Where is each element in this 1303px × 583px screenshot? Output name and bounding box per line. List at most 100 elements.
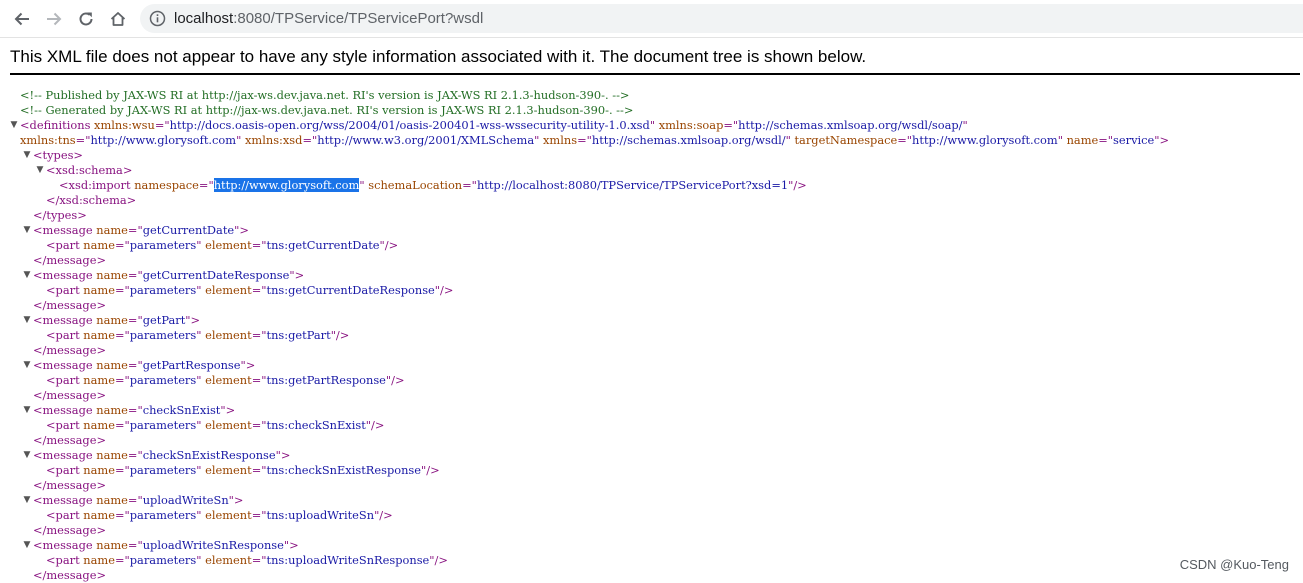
attr-value: http://schemas.xmlsoap.org/wsdl/soap/ [738,118,963,132]
part-name: parameters [129,373,197,387]
xml-comment: <!-- Published by JAX-WS RI at http://ja… [8,88,1303,103]
part-name: parameters [129,553,197,567]
import-tag: <xsd:import namespace="http://www.glorys… [59,178,807,192]
xml-comment: <!-- Generated by JAX-WS RI at http://ja… [8,103,1303,118]
message-open-tag: ▼ <message name="checkSnExistResponse"> [8,448,1303,463]
part-tag: <part name="parameters" element="tns:upl… [46,508,393,522]
collapse-triangle-icon[interactable]: ▼ [21,403,33,418]
reload-icon [79,12,93,26]
home-button[interactable] [104,5,132,33]
message-block: ▼ <message name="checkSnExist"> <part nam… [8,403,1303,448]
message-name: checkSnExistResponse [142,448,276,462]
attr-value: service [1113,133,1155,147]
part-tag: <part name="parameters" element="tns:che… [46,418,385,432]
part-element: tns:getCurrentDate [266,238,380,252]
part-element: tns:getPart [266,328,331,342]
attr-value: http://localhost:8080/TPService/TPServic… [476,178,789,192]
collapse-triangle-icon[interactable]: ▼ [21,448,33,463]
part-name: parameters [129,418,197,432]
collapse-triangle-icon[interactable]: ▼ [21,223,33,238]
collapse-triangle-icon[interactable]: ▼ [34,163,46,178]
collapse-triangle-icon[interactable]: ▼ [21,493,33,508]
message-close-tag: </message> [33,343,106,357]
part-name: parameters [129,283,197,297]
part-tag: <part name="parameters" element="tns:get… [46,373,405,387]
collapse-triangle-icon[interactable]: ▼ [8,118,20,133]
attr-value: http://docs.oasis-open.org/wss/2004/01/o… [169,118,650,132]
types-open-tag: ▼ <types> [8,148,1303,163]
forward-button[interactable] [40,5,68,33]
message-name: getPart [142,313,186,327]
watermark: CSDN @Kuo-Teng [1179,557,1289,572]
part-element: tns:getPartResponse [266,373,386,387]
part-name: parameters [129,238,197,252]
message-open-tag: ▼ <message name="getPartResponse"> [8,358,1303,373]
attr-value: http://www.glorysoft.com [90,133,237,147]
collapse-triangle-icon[interactable]: ▼ [21,148,33,163]
message-close-tag: </message> [33,478,106,492]
comment-text: <!-- Published by JAX-WS RI at http://ja… [20,88,630,102]
attr-value: http://www.w3.org/2001/XMLSchema [317,133,535,147]
xml-viewer-notice: This XML file does not appear to have an… [10,44,1300,75]
message-close-tag: </message> [33,433,106,447]
message-close-tag: </message> [33,253,106,267]
message-name: getCurrentDateResponse [142,268,290,282]
attr-value: http://www.glorysoft.com [912,133,1058,147]
collapse-triangle-icon[interactable]: ▼ [21,268,33,283]
url-text[interactable]: localhost:8080/TPService/TPServicePort?w… [174,4,483,33]
part-name: parameters [129,463,197,477]
message-open-tag: ▼ <message name="getCurrentDate"> [8,223,1303,238]
message-list: ▼ <message name="getCurrentDate"> <part n… [8,223,1303,583]
definitions-open-tag: ▼ <definitions xmlns:wsu="http://docs.oas… [8,118,1303,133]
message-block: ▼ <message name="getCurrentDate"> <part n… [8,223,1303,268]
info-icon[interactable] [149,10,166,27]
collapse-triangle-icon[interactable]: ▼ [21,313,33,328]
part-element: tns:checkSnExist [266,418,366,432]
message-name: getCurrentDate [142,223,235,237]
attr-value: http://schemas.xmlsoap.org/wsdl/ [591,133,786,147]
message-block: ▼ <message name="uploadWriteSnResponse"> … [8,538,1303,583]
comment-text: <!-- Generated by JAX-WS RI at http://ja… [20,103,634,117]
message-close-tag: </message> [33,298,106,312]
part-tag: <part name="parameters" element="tns:che… [46,463,440,477]
definitions-attrs-continued: xmlns:tns="http://www.glorysoft.com" xml… [20,133,1170,147]
collapse-triangle-icon[interactable]: ▼ [21,538,33,553]
part-tag: <part name="parameters" element="tns:upl… [46,553,448,567]
message-name: uploadWriteSn [142,493,229,507]
part-name: parameters [129,508,197,522]
arrow-left-icon [14,12,29,26]
message-block: ▼ <message name="getPartResponse"> <part … [8,358,1303,403]
part-tag: <part name="parameters" element="tns:get… [46,238,399,252]
message-close-tag: </message> [33,388,106,402]
schema-open-tag: ▼ <xsd:schema> [8,163,1303,178]
part-element: tns:uploadWriteSn [266,508,375,522]
message-name: checkSnExist [142,403,221,417]
url-host: localhost [174,10,234,27]
message-open-tag: ▼ <message name="getCurrentDateResponse"> [8,268,1303,283]
message-name: uploadWriteSnResponse [142,538,284,552]
message-block: ▼ <message name="getCurrentDateResponse">… [8,268,1303,313]
back-button[interactable] [8,5,36,33]
part-element: tns:uploadWriteSnResponse [266,553,430,567]
part-element: tns:getCurrentDateResponse [266,283,435,297]
message-open-tag: ▼ <message name="checkSnExist"> [8,403,1303,418]
browser-toolbar: localhost:8080/TPService/TPServicePort?w… [0,0,1303,38]
xml-tree: <!-- Published by JAX-WS RI at http://ja… [8,88,1303,583]
part-name: parameters [129,328,197,342]
address-bar[interactable]: localhost:8080/TPService/TPServicePort?w… [140,4,1303,33]
collapse-triangle-icon[interactable]: ▼ [21,358,33,373]
reload-button[interactable] [72,5,100,33]
url-path: :8080/TPService/TPServicePort?wsdl [233,10,484,27]
types-close-tag: </types> [33,208,87,222]
message-name: getPartResponse [142,358,241,372]
selected-attr-value[interactable]: http://www.glorysoft.com [213,178,360,192]
message-open-tag: ▼ <message name="uploadWriteSnResponse"> [8,538,1303,553]
message-close-tag: </message> [33,568,106,582]
part-tag: <part name="parameters" element="tns:get… [46,328,350,342]
message-close-tag: </message> [33,523,106,537]
home-icon [110,12,126,26]
message-open-tag: ▼ <message name="getPart"> [8,313,1303,328]
message-block: ▼ <message name="getPart"> <part name="pa… [8,313,1303,358]
schema-close-tag: </xsd:schema> [46,193,137,207]
message-block: ▼ <message name="checkSnExistResponse"> <… [8,448,1303,493]
